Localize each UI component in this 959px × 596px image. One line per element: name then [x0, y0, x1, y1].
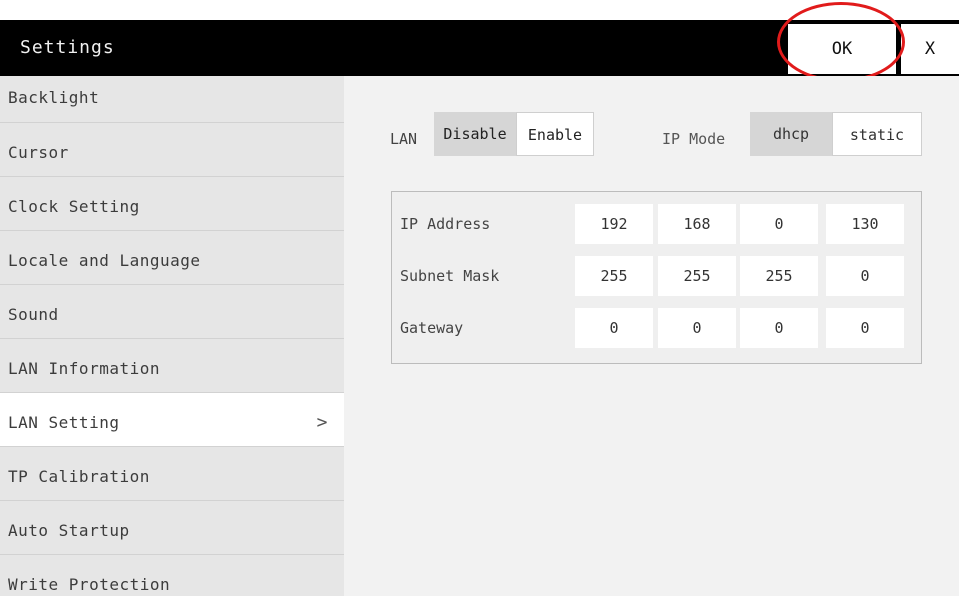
sidebar-item-write-protection[interactable]: Write Protection	[0, 555, 344, 596]
sidebar-item-label: Clock Setting	[8, 197, 140, 216]
ip-address-octet-3[interactable]: 0	[740, 204, 818, 244]
ip-config-table: IP Address 192 168 0 130 Subnet Mask 255…	[391, 191, 922, 364]
ip-address-octet-2[interactable]: 168	[658, 204, 736, 244]
lan-label: LAN	[390, 130, 418, 148]
sidebar-item-label: Backlight	[8, 88, 100, 107]
sidebar-item-lan-information[interactable]: LAN Information	[0, 339, 344, 393]
sidebar-item-backlight[interactable]: Backlight	[0, 76, 344, 123]
lan-setting-panel: LAN Disable Enable IP Mode dhcp static I…	[344, 76, 959, 596]
sidebar-item-auto-startup[interactable]: Auto Startup	[0, 501, 344, 555]
subnet-mask-octet-2[interactable]: 255	[658, 256, 736, 296]
close-button[interactable]: X	[901, 24, 959, 74]
gateway-octet-3[interactable]: 0	[740, 308, 818, 348]
ip-mode-static-option[interactable]: static	[832, 112, 922, 156]
ip-address-label: IP Address	[400, 215, 491, 233]
ip-mode-dhcp-option[interactable]: dhcp	[750, 112, 832, 156]
gateway-label: Gateway	[400, 319, 464, 337]
settings-window: Settings OK X Backlight Cursor Clock Set…	[0, 2, 959, 596]
gateway-row: Gateway 0 0 0 0	[392, 308, 921, 348]
window-title: Settings	[20, 37, 115, 58]
sidebar-item-clock-setting[interactable]: Clock Setting	[0, 177, 344, 231]
sidebar-item-cursor[interactable]: Cursor	[0, 123, 344, 177]
sidebar-item-label: TP Calibration	[8, 467, 150, 486]
subnet-mask-label: Subnet Mask	[400, 267, 500, 285]
sidebar-item-label: Sound	[8, 305, 59, 324]
ip-address-row: IP Address 192 168 0 130	[392, 204, 921, 244]
subnet-mask-octet-3[interactable]: 255	[740, 256, 818, 296]
sidebar-item-label: Cursor	[8, 143, 69, 162]
sidebar-item-label: Auto Startup	[8, 521, 130, 540]
subnet-mask-octet-1[interactable]: 255	[575, 256, 653, 296]
settings-sidebar: Backlight Cursor Clock Setting Locale an…	[0, 76, 344, 596]
sidebar-item-tp-calibration[interactable]: TP Calibration	[0, 447, 344, 501]
chevron-right-icon: >	[316, 412, 328, 433]
ip-address-octet-1[interactable]: 192	[575, 204, 653, 244]
sidebar-item-label: Locale and Language	[8, 251, 201, 270]
sidebar-item-lan-setting[interactable]: LAN Setting >	[0, 393, 344, 447]
subnet-mask-row: Subnet Mask 255 255 255 0	[392, 256, 921, 296]
subnet-mask-octet-4[interactable]: 0	[826, 256, 904, 296]
gateway-octet-4[interactable]: 0	[826, 308, 904, 348]
lan-enable-option[interactable]: Enable	[516, 112, 594, 156]
gateway-octet-1[interactable]: 0	[575, 308, 653, 348]
gateway-octet-2[interactable]: 0	[658, 308, 736, 348]
sidebar-item-sound[interactable]: Sound	[0, 285, 344, 339]
sidebar-item-label: Write Protection	[8, 575, 171, 594]
sidebar-item-label: LAN Setting	[8, 413, 120, 432]
title-bar: Settings OK X	[0, 20, 959, 76]
sidebar-item-locale-language[interactable]: Locale and Language	[0, 231, 344, 285]
lan-disable-option[interactable]: Disable	[434, 112, 516, 156]
ip-address-octet-4[interactable]: 130	[826, 204, 904, 244]
sidebar-item-label: LAN Information	[8, 359, 160, 378]
ip-mode-label: IP Mode	[662, 130, 726, 148]
ok-button[interactable]: OK	[788, 24, 896, 74]
